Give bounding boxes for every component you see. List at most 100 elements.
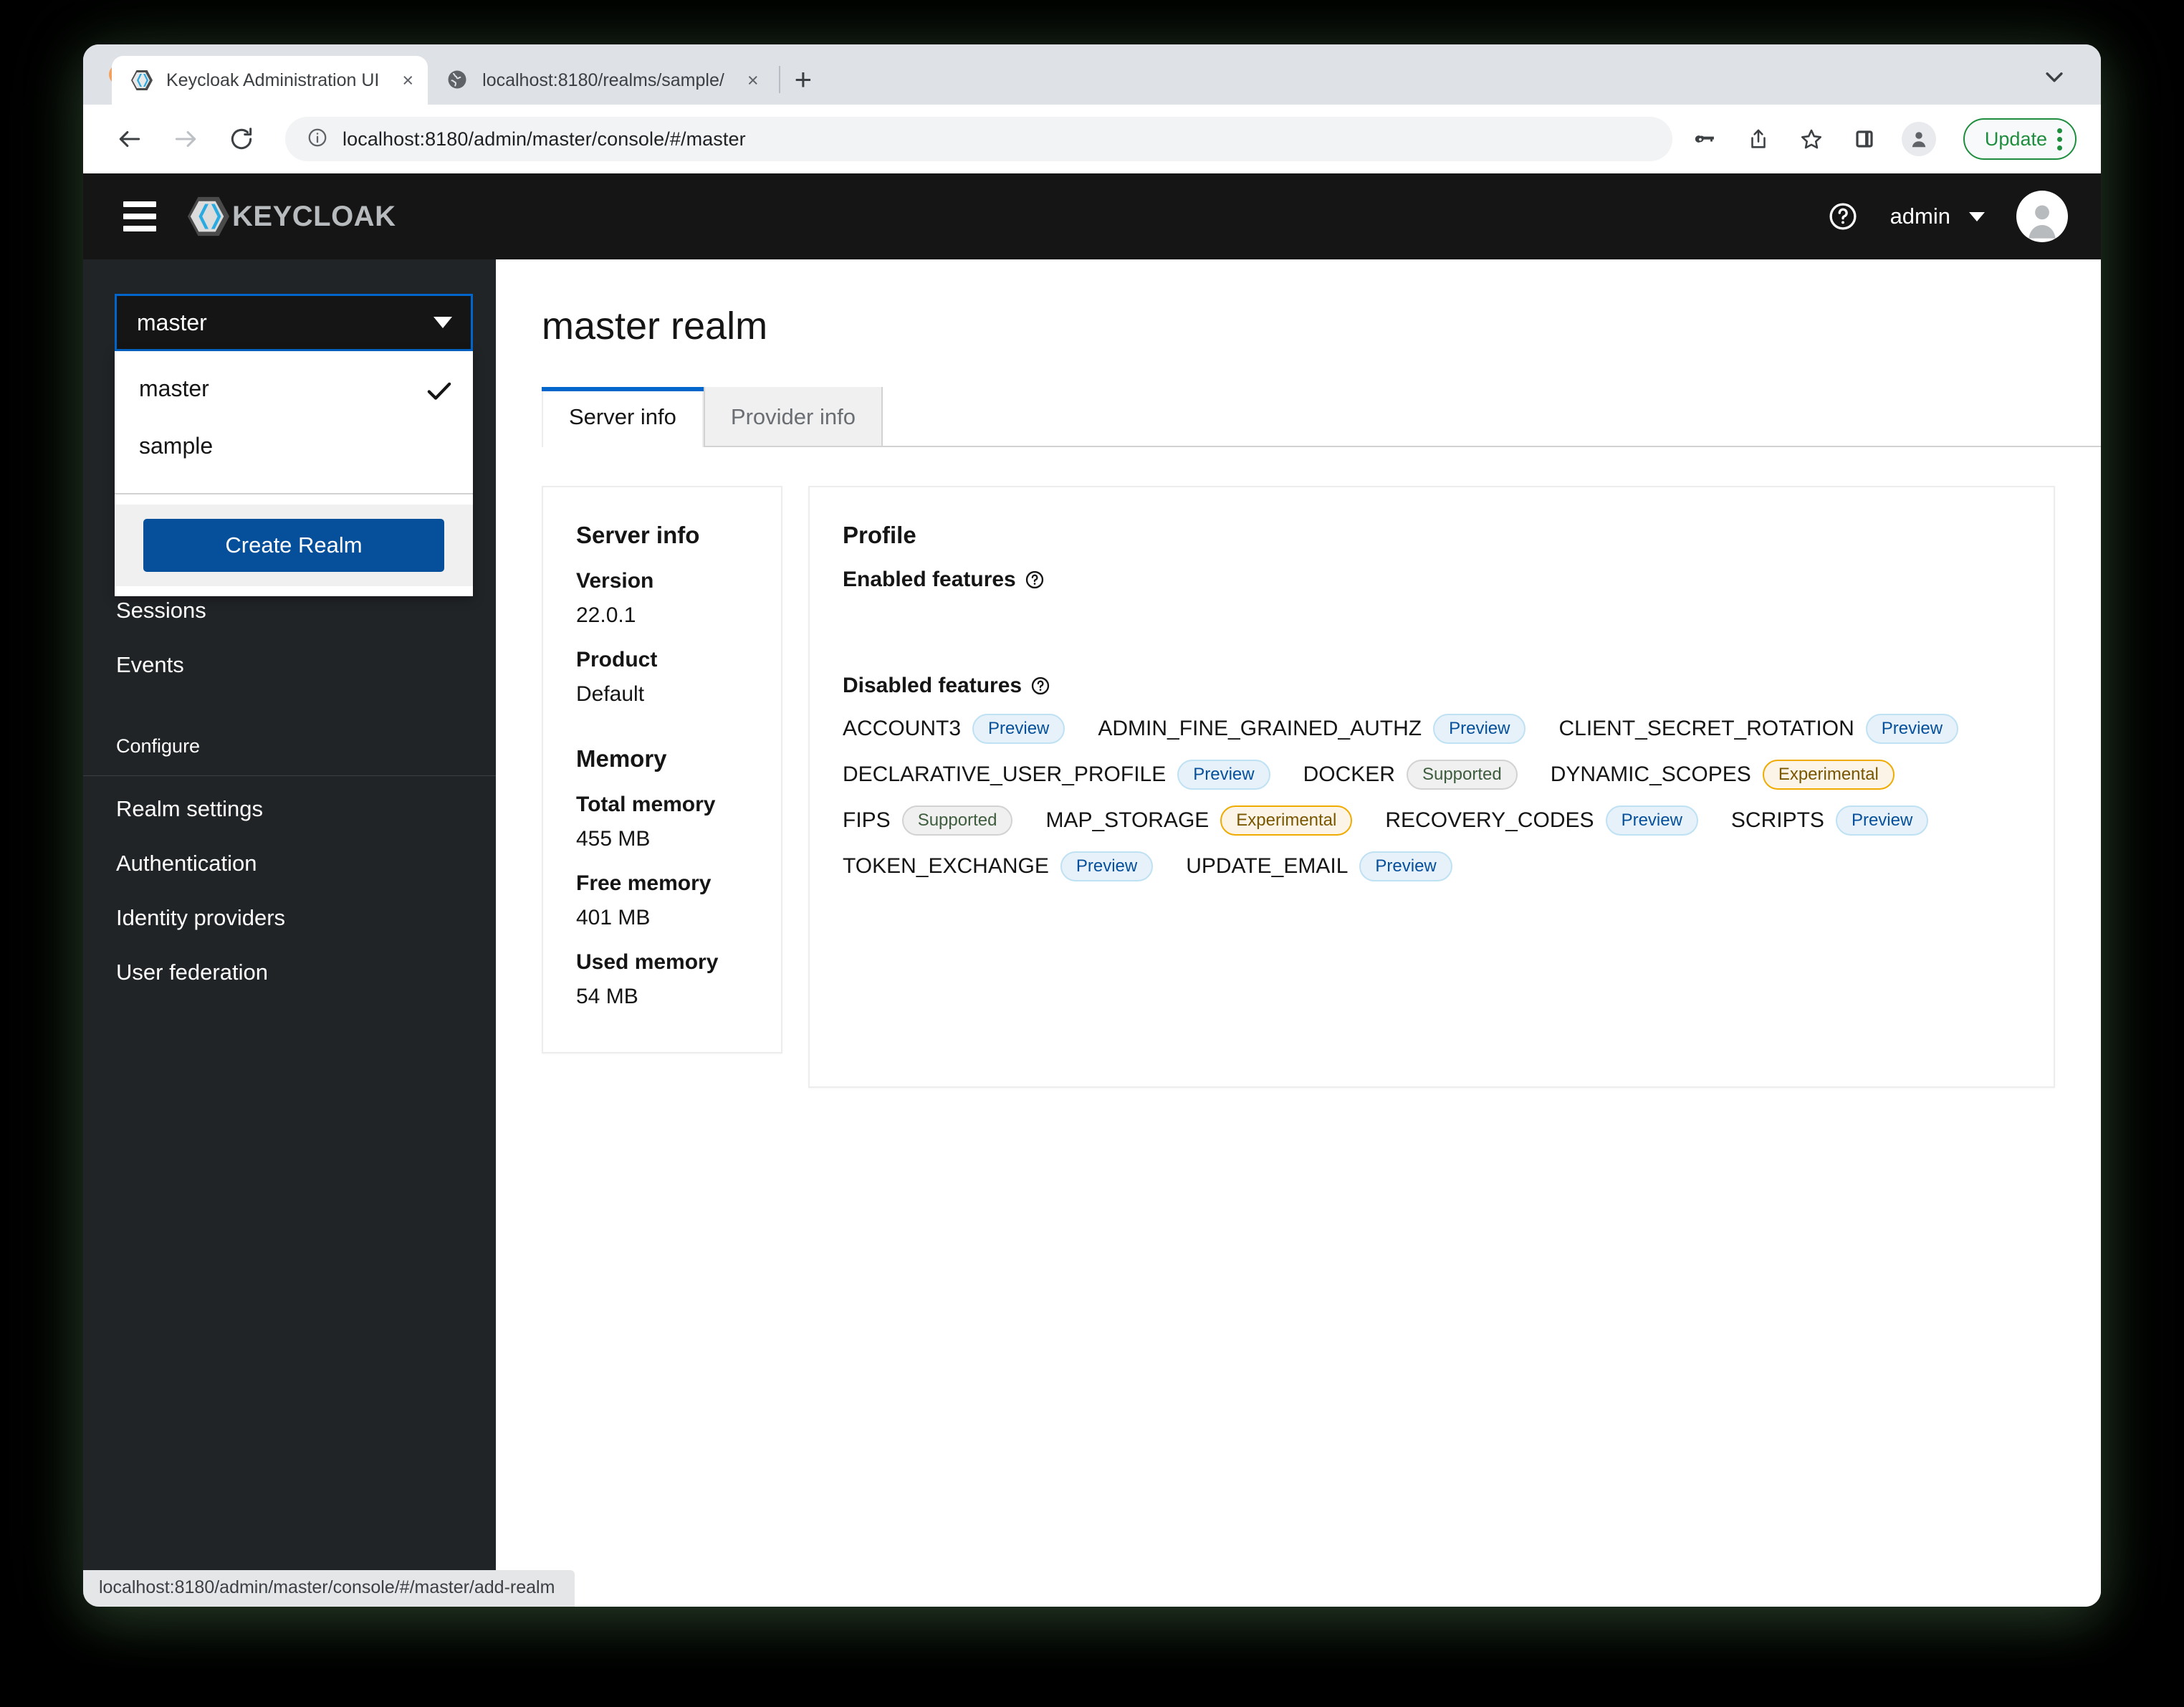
product-value: Default [576, 682, 748, 707]
help-icon[interactable] [1827, 201, 1859, 232]
help-icon[interactable] [1030, 676, 1050, 696]
browser-toolbar: localhost:8180/admin/master/console/#/ma… [83, 105, 2101, 173]
browser-tab-keycloak[interactable]: Keycloak Administration UI × [112, 56, 428, 105]
back-button[interactable] [109, 118, 150, 160]
profile-card: Profile Enabled features [808, 486, 2055, 1088]
reload-button[interactable] [221, 118, 262, 160]
feature-item: ADMIN_FINE_GRAINED_AUTHZ Preview [1098, 714, 1526, 744]
realm-option-master[interactable]: master [115, 360, 473, 417]
realm-selector-toggle[interactable]: master [115, 294, 473, 351]
feature-item: UPDATE_EMAILPreview [1186, 851, 1452, 881]
enabled-features-label: Enabled features [843, 568, 2021, 592]
sidebar-item-authentication[interactable]: Authentication [83, 836, 496, 891]
sidebar-item-events[interactable]: Events [83, 638, 496, 692]
feature-item: CLIENT_SECRET_ROTATIONPreview [1558, 714, 1958, 744]
chevron-down-icon[interactable] [2042, 64, 2066, 89]
user-dropdown[interactable]: admin [1890, 204, 1985, 229]
address-bar-url: localhost:8180/admin/master/console/#/ma… [343, 128, 746, 150]
feature-badge: Preview [972, 714, 1065, 744]
address-bar[interactable]: localhost:8180/admin/master/console/#/ma… [285, 117, 1672, 161]
feature-item: RECOVERY_CODESPreview [1385, 805, 1698, 836]
profile-icon[interactable] [1902, 122, 1936, 156]
realm-option-label: sample [139, 433, 213, 459]
sidebar-item-user-federation[interactable]: User federation [83, 945, 496, 1000]
sidebar-section-configure: Configure [83, 721, 496, 771]
sidebar-item-realm-settings[interactable]: Realm settings [83, 782, 496, 836]
toolbar-icons: Update [1690, 118, 2077, 160]
chevron-down-icon [434, 317, 452, 328]
disabled-features-block: Disabled features ACCOUNT3PreviewADM [843, 674, 2021, 881]
page-title: master realm [496, 259, 2101, 348]
feature-badge: Supported [1407, 760, 1518, 790]
memory-heading: Memory [576, 745, 748, 773]
site-info-icon[interactable] [307, 127, 328, 152]
used-memory-value: 54 MB [576, 985, 748, 1009]
keycloak-app: KEYCLOAK admin [83, 173, 2101, 1607]
create-realm-button[interactable]: Create Realm [143, 519, 444, 572]
content-tabs: Server info Provider info [542, 387, 2101, 447]
browser-tab-strip: Keycloak Administration UI × localhost:8… [83, 44, 2101, 105]
realm-selector-area: master master [83, 259, 496, 474]
keycloak-brand[interactable]: KEYCLOAK [186, 194, 396, 239]
realm-option-sample[interactable]: sample [115, 417, 473, 474]
realm-selector-value: master [137, 310, 207, 336]
feature-item: FIPSSupported [843, 805, 1012, 836]
update-button-label: Update [1985, 128, 2047, 150]
keycloak-masthead: KEYCLOAK admin [83, 173, 2101, 259]
disabled-features-text: Disabled features [843, 674, 1022, 698]
feature-badge: Experimental [1220, 805, 1352, 836]
hamburger-icon[interactable] [123, 201, 156, 231]
new-tab-button[interactable]: + [795, 64, 813, 95]
version-label: Version [576, 569, 748, 593]
update-button[interactable]: Update [1963, 118, 2077, 160]
check-icon [427, 379, 451, 398]
used-memory-label: Used memory [576, 950, 748, 975]
browser-tab-title: Keycloak Administration UI [166, 70, 379, 91]
feature-name: DOCKER [1303, 762, 1395, 787]
tab-server-info[interactable]: Server info [542, 387, 704, 447]
disabled-features-label: Disabled features [843, 674, 2021, 698]
disabled-features-list: ACCOUNT3Preview ADMIN_FINE_GRAINED_AUTHZ P… [843, 714, 2021, 881]
feature-badge: Preview [1177, 760, 1270, 790]
feature-name: UPDATE_EMAIL [1186, 854, 1348, 879]
realm-menu-footer-band: Create Realm [115, 505, 473, 586]
keycloak-logo-icon [186, 194, 231, 239]
feature-badge: Preview [1433, 714, 1526, 744]
browser-window: Keycloak Administration UI × localhost:8… [83, 44, 2101, 1607]
status-bar: localhost:8180/admin/master/console/#/ma… [83, 1570, 575, 1607]
feature-item: TOKEN_EXCHANGEPreview [843, 851, 1153, 881]
key-icon[interactable] [1690, 123, 1721, 155]
brand-text: KEYCLOAK [232, 201, 396, 233]
forward-button[interactable] [165, 118, 206, 160]
username-label: admin [1890, 204, 1950, 229]
feature-badge: Preview [1060, 851, 1153, 881]
sidebar-item-identity-providers[interactable]: Identity providers [83, 891, 496, 945]
free-memory-label: Free memory [576, 871, 748, 896]
feature-item: ACCOUNT3Preview [843, 714, 1065, 744]
share-icon[interactable] [1743, 123, 1774, 155]
close-tab-button[interactable]: × [402, 70, 413, 92]
realm-option-label: master [139, 376, 209, 402]
profile-heading: Profile [843, 522, 2021, 549]
kebab-menu-icon[interactable] [2057, 128, 2062, 150]
avatar[interactable] [2016, 191, 2068, 242]
close-tab-button[interactable]: × [747, 70, 759, 92]
enabled-features-block: Enabled features [843, 568, 2021, 655]
masthead-right: admin [1827, 191, 2068, 242]
feature-badge: Preview [1606, 805, 1698, 836]
main-content: master realm Server info Provider info S… [496, 259, 2101, 1607]
feature-badge: Experimental [1763, 760, 1895, 790]
star-icon[interactable] [1796, 123, 1827, 155]
version-value: 22.0.1 [576, 603, 748, 628]
browser-tab-title: localhost:8180/realms/sample/ [482, 70, 724, 91]
browser-tab-localhost[interactable]: localhost:8180/realms/sample/ × [428, 56, 772, 105]
feature-name: SCRIPTS [1731, 808, 1824, 833]
tab-provider-info[interactable]: Provider info [704, 387, 883, 447]
sidepanel-icon[interactable] [1849, 123, 1880, 155]
total-memory-label: Total memory [576, 793, 748, 817]
sidebar-divider [83, 775, 496, 776]
feature-name: ADMIN_FINE_GRAINED_AUTHZ [1098, 717, 1422, 741]
help-icon[interactable] [1025, 570, 1045, 590]
chevron-down-icon [1969, 212, 1985, 221]
realm-selector-menu: master sample [115, 351, 473, 596]
